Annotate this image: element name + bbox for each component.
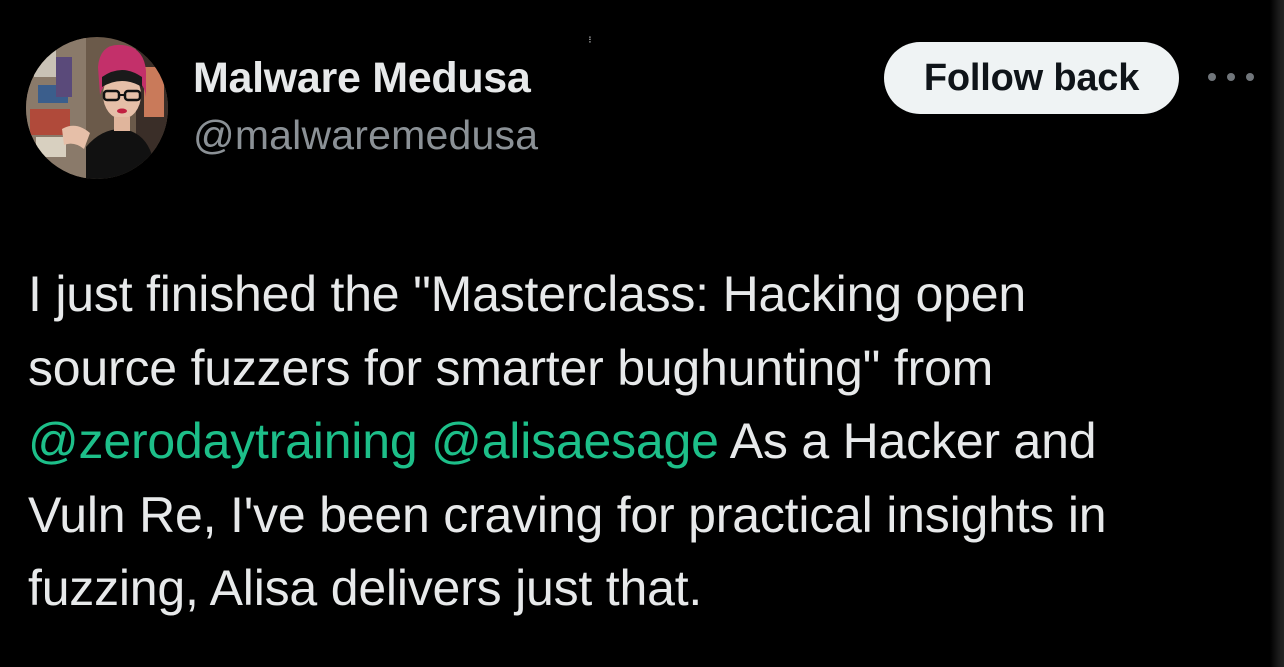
tweet-text-line-4: Vuln Re, I've been craving for practical… xyxy=(28,486,1107,543)
tweet: Malware Medusa ⁝ @malwaremedusa Follow b… xyxy=(0,0,1284,667)
follow-back-button[interactable]: Follow back xyxy=(884,42,1179,114)
name-glyph: ⁝ xyxy=(588,35,592,46)
dot xyxy=(1227,73,1235,81)
tweet-text-line-2: source fuzzers for smarter bughunting" f… xyxy=(28,339,994,396)
tweet-text: I just finished the "Masterclass: Hackin… xyxy=(28,258,1238,626)
tweet-text-line-1: I just finished the "Masterclass: Hackin… xyxy=(28,266,1026,322)
mention-alisaesage[interactable]: @alisaesage xyxy=(431,413,719,469)
scrollbar[interactable] xyxy=(1270,0,1284,667)
author-avatar[interactable] xyxy=(26,37,168,179)
tweet-text-line-5: fuzzing, Alisa delivers just that. xyxy=(28,560,703,616)
tweet-text-line-3-rest: As a Hacker and xyxy=(718,413,1097,469)
author-handle[interactable]: @malwaremedusa xyxy=(193,112,538,158)
author-info: Malware Medusa ⁝ @malwaremedusa xyxy=(193,36,592,159)
mention-zerodaytraining[interactable]: @zerodaytraining xyxy=(28,413,418,469)
dot xyxy=(1246,73,1254,81)
more-options-icon[interactable] xyxy=(1208,64,1254,90)
avatar-photo-icon xyxy=(26,37,168,179)
author-display-name[interactable]: Malware Medusa xyxy=(193,52,531,104)
dot xyxy=(1208,73,1216,81)
